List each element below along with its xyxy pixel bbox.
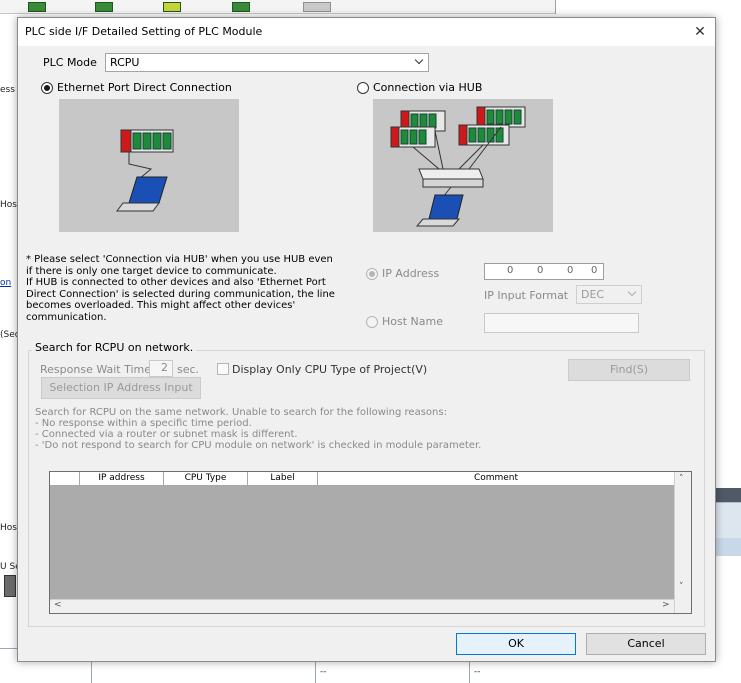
background-panel-header <box>716 488 741 502</box>
module-icon <box>4 575 16 597</box>
plc-mode-label: PLC Mode <box>43 56 97 69</box>
ip-address-label: IP Address <box>382 267 440 280</box>
background-link-fragment[interactable]: on <box>0 278 11 288</box>
chevron-down-icon <box>414 55 424 65</box>
hub-connection-image <box>373 99 553 232</box>
ip-octet-3: 0 <box>567 265 574 276</box>
ip-input-format-select[interactable]: DEC <box>576 285 642 304</box>
display-only-checkbox[interactable] <box>217 363 229 375</box>
dialog-title: PLC side I/F Detailed Setting of PLC Mod… <box>25 25 263 38</box>
selection-ip-button[interactable]: Selection IP Address Input <box>41 377 201 399</box>
find-button[interactable]: Find(S) <box>568 359 690 381</box>
radio-hub-label[interactable]: Connection via HUB <box>373 81 482 94</box>
background-toolbar-strip <box>0 0 555 14</box>
scroll-left-icon[interactable]: < <box>54 600 62 610</box>
column-ip-address[interactable]: IP address <box>80 472 164 486</box>
direct-connection-image <box>59 99 239 232</box>
ip-input-format-value: DEC <box>581 288 605 301</box>
background-text-fragment: ess <box>0 85 15 95</box>
host-name-label: Host Name <box>382 315 443 328</box>
ok-button[interactable]: OK <box>456 633 576 655</box>
hub-note-text: * Please select 'Connection via HUB' whe… <box>26 254 335 323</box>
background-panel <box>716 502 741 538</box>
scroll-up-icon[interactable]: ˄ <box>679 474 684 484</box>
vertical-scrollbar[interactable]: ˄ ˅ <box>674 472 691 613</box>
module-icon <box>303 2 331 12</box>
plc-mode-value: RCPU <box>110 56 140 69</box>
background-separator <box>555 0 556 14</box>
cancel-button[interactable]: Cancel <box>586 633 706 655</box>
module-icon <box>163 2 181 12</box>
table-header: IP address CPU Type Label Comment <box>50 472 691 486</box>
ip-address-field[interactable]: 0 0 0 0 <box>484 263 604 280</box>
radio-host-name[interactable] <box>366 316 378 328</box>
ip-octet-4: 0 <box>591 265 598 276</box>
dialog-titlebar[interactable]: PLC side I/F Detailed Setting of PLC Mod… <box>18 18 715 46</box>
response-wait-unit: sec. <box>177 363 200 376</box>
radio-direct-label[interactable]: Ethernet Port Direct Connection <box>57 81 232 94</box>
ip-octet-2: 0 <box>537 265 544 276</box>
search-reasons-text: Search for RCPU on the same network. Una… <box>35 407 482 451</box>
scroll-down-icon[interactable]: ˅ <box>679 582 684 592</box>
display-only-label[interactable]: Display Only CPU Type of Project(V) <box>232 363 427 376</box>
module-icon <box>95 2 113 12</box>
horizontal-scrollbar[interactable]: < > <box>50 599 674 613</box>
search-results-table: IP address CPU Type Label Comment ˄ ˅ < … <box>49 471 692 614</box>
plc-mode-select[interactable]: RCPU <box>105 53 429 72</box>
column-cpu-type[interactable]: CPU Type <box>164 472 248 486</box>
search-group-caption: Search for RCPU on network. <box>32 341 197 354</box>
plc-detail-dialog: PLC side I/F Detailed Setting of PLC Mod… <box>17 17 716 662</box>
radio-ip-address[interactable] <box>366 268 378 280</box>
background-panel <box>716 538 741 556</box>
column-comment[interactable]: Comment <box>318 472 674 486</box>
chevron-down-icon <box>627 287 637 297</box>
table-cell-text: -- <box>474 667 481 677</box>
radio-hub-connection[interactable] <box>357 82 369 94</box>
radio-direct-connection[interactable] <box>41 82 53 94</box>
table-header-cell <box>50 472 80 486</box>
scroll-right-icon[interactable]: > <box>662 600 670 610</box>
module-icon <box>232 2 250 12</box>
module-icon <box>28 2 46 12</box>
response-wait-input[interactable]: 2 <box>149 360 173 377</box>
host-name-input[interactable] <box>484 313 639 333</box>
column-label[interactable]: Label <box>248 472 318 486</box>
ip-input-format-label: IP Input Format <box>484 289 569 302</box>
direct-connection-illustration <box>116 129 174 212</box>
table-cell-text: -- <box>320 667 327 677</box>
ip-octet-1: 0 <box>507 265 514 276</box>
close-icon[interactable]: ✕ <box>685 18 715 46</box>
response-wait-label: Response Wait Time <box>40 363 152 376</box>
hub-connection-illustration <box>390 106 526 227</box>
